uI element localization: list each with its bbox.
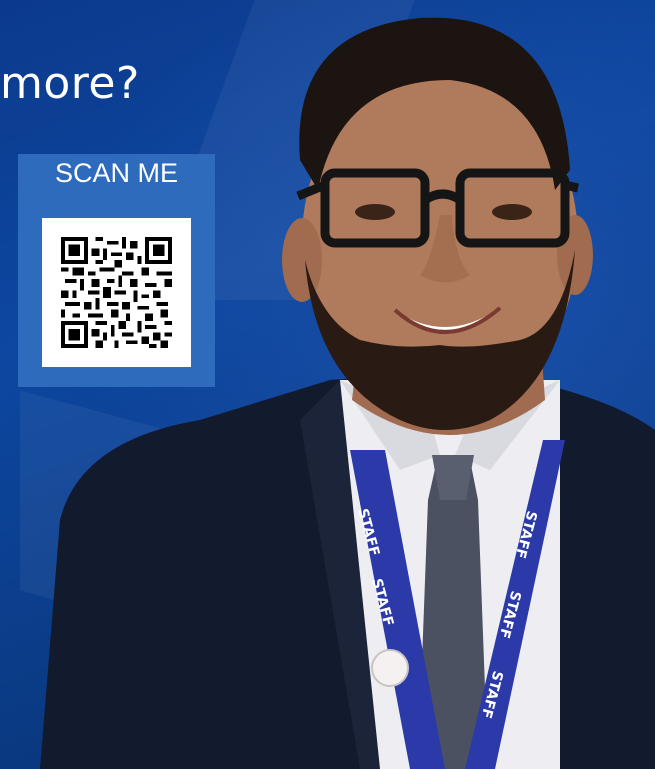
staff-photo: STAFF STAFF STAFF STAFF STAFF: [40, 17, 655, 769]
badge-pin: [371, 649, 409, 687]
